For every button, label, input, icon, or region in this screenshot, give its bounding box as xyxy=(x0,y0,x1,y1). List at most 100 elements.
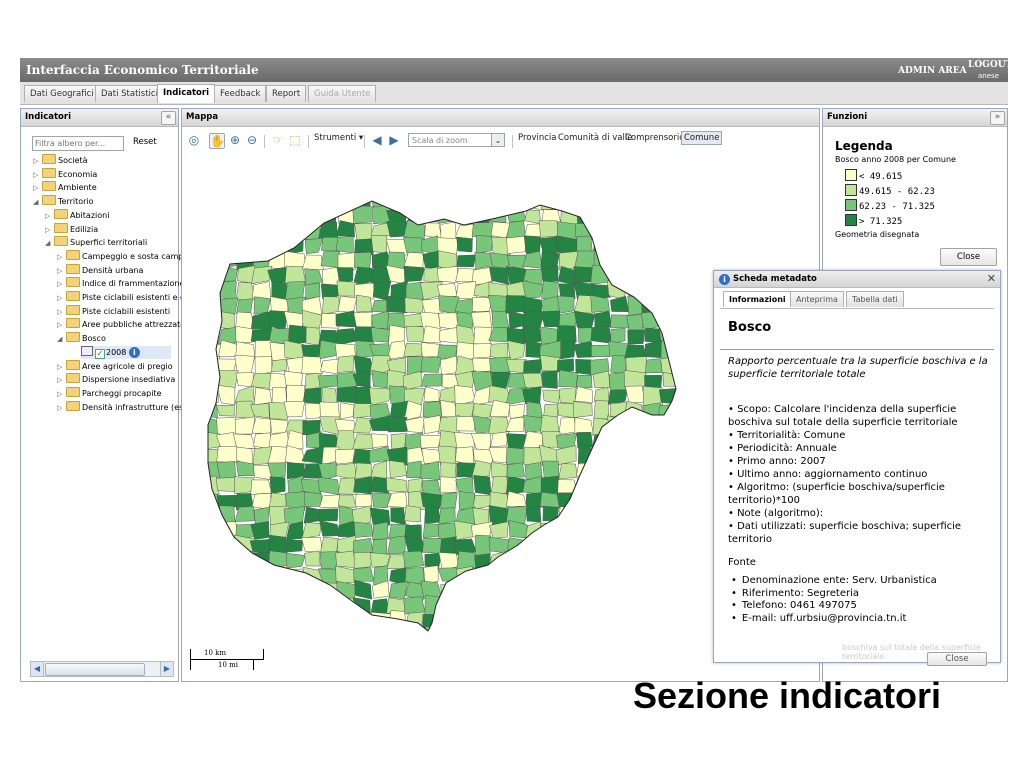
tree-node[interactable]: ▷ Società xyxy=(33,154,88,167)
municipality-area[interactable] xyxy=(679,626,697,643)
municipality-area[interactable] xyxy=(216,311,235,330)
municipality-area[interactable] xyxy=(251,584,273,601)
level-comunita-button[interactable]: Comunità di valle xyxy=(558,133,632,143)
municipality-area[interactable] xyxy=(456,566,474,583)
municipality-area[interactable] xyxy=(662,595,681,614)
municipality-area[interactable] xyxy=(557,193,576,208)
municipality-area[interactable] xyxy=(218,209,239,226)
municipality-area[interactable] xyxy=(250,551,270,569)
reset-filter-button[interactable]: Reset xyxy=(133,137,157,147)
municipality-area[interactable] xyxy=(422,401,443,418)
municipality-area[interactable] xyxy=(322,296,340,315)
municipality-area[interactable] xyxy=(610,626,628,644)
tree-node[interactable]: ◢ Superfici territoriali xyxy=(45,236,147,249)
municipality-area[interactable] xyxy=(371,433,389,449)
municipality-area[interactable] xyxy=(539,628,560,642)
municipality-area[interactable] xyxy=(573,565,595,584)
municipality-area[interactable] xyxy=(319,595,340,616)
collapsed-arrow-icon[interactable]: ▷ xyxy=(33,182,42,195)
municipality-area[interactable] xyxy=(354,462,373,480)
municipality-area[interactable] xyxy=(370,327,391,343)
municipality-area[interactable] xyxy=(490,462,508,479)
municipality-area[interactable] xyxy=(559,614,577,628)
municipality-area[interactable] xyxy=(610,314,629,329)
municipality-area[interactable] xyxy=(353,567,375,582)
municipality-area[interactable] xyxy=(437,598,457,616)
municipality-area[interactable] xyxy=(301,446,324,464)
municipality-area[interactable] xyxy=(370,234,388,254)
municipality-area[interactable] xyxy=(589,508,613,526)
municipality-area[interactable] xyxy=(250,611,270,631)
municipality-area[interactable] xyxy=(251,209,272,224)
municipality-area[interactable] xyxy=(644,266,664,286)
municipality-area[interactable] xyxy=(677,265,696,284)
municipality-area[interactable] xyxy=(353,597,371,614)
municipality-area[interactable] xyxy=(642,402,661,421)
municipality-area[interactable] xyxy=(284,614,305,629)
municipality-area[interactable] xyxy=(606,415,626,432)
municipality-area[interactable] xyxy=(474,206,493,225)
tab-dati-statistici[interactable]: Dati Statistici xyxy=(95,85,164,102)
municipality-area[interactable] xyxy=(674,584,697,599)
municipality-area[interactable] xyxy=(574,386,594,403)
municipality-area[interactable] xyxy=(335,550,357,568)
municipality-area[interactable] xyxy=(250,597,273,615)
municipality-area[interactable] xyxy=(285,539,304,553)
municipality-area[interactable] xyxy=(471,567,493,586)
municipality-area[interactable] xyxy=(337,597,357,614)
municipality-area[interactable] xyxy=(233,581,253,601)
collapsed-arrow-icon[interactable]: ▷ xyxy=(57,265,66,278)
municipality-area[interactable] xyxy=(235,191,255,211)
municipality-area[interactable] xyxy=(607,490,628,510)
municipality-area[interactable] xyxy=(235,372,254,388)
municipality-area[interactable] xyxy=(318,508,339,522)
municipality-area[interactable] xyxy=(235,325,253,343)
municipality-area[interactable] xyxy=(456,550,477,570)
municipality-area[interactable] xyxy=(284,250,306,268)
municipality-area[interactable] xyxy=(644,476,664,495)
municipality-area[interactable] xyxy=(625,251,647,271)
tree-node[interactable]: ▷ Ambiente xyxy=(33,181,97,194)
municipality-area[interactable] xyxy=(489,192,511,209)
municipality-area[interactable] xyxy=(424,222,443,240)
municipality-area[interactable] xyxy=(624,385,645,404)
municipality-area[interactable] xyxy=(204,297,219,314)
municipality-area[interactable] xyxy=(355,294,373,313)
municipality-area[interactable] xyxy=(352,448,372,464)
municipality-area[interactable] xyxy=(386,415,408,433)
municipality-area[interactable] xyxy=(352,537,374,555)
municipality-area[interactable] xyxy=(422,250,441,268)
municipality-area[interactable] xyxy=(454,385,476,406)
municipality-area[interactable] xyxy=(388,581,409,600)
municipality-area[interactable] xyxy=(508,403,525,419)
collapsed-arrow-icon[interactable]: ▷ xyxy=(45,224,54,237)
zoom-out-icon[interactable]: ⊖ xyxy=(245,133,259,147)
municipality-area[interactable] xyxy=(676,240,694,253)
municipality-area[interactable] xyxy=(471,594,492,616)
municipality-area[interactable] xyxy=(543,550,561,571)
municipality-area[interactable] xyxy=(661,297,679,315)
municipality-area[interactable] xyxy=(590,478,613,495)
municipality-area[interactable] xyxy=(437,567,459,582)
municipality-area[interactable] xyxy=(336,280,358,297)
tab-informazioni[interactable]: Informazioni xyxy=(723,291,792,307)
municipality-area[interactable] xyxy=(623,627,647,645)
municipality-area[interactable] xyxy=(660,265,677,282)
municipality-area[interactable] xyxy=(590,191,609,207)
municipality-area[interactable] xyxy=(573,195,596,211)
municipality-area[interactable] xyxy=(235,550,256,570)
municipality-area[interactable] xyxy=(628,223,647,240)
tree-node[interactable]: ▷ Piste ciclabili esistenti e di xyxy=(57,291,187,304)
municipality-area[interactable] xyxy=(659,582,681,599)
municipality-area[interactable] xyxy=(491,611,511,630)
municipality-area[interactable] xyxy=(438,507,456,525)
municipality-area[interactable] xyxy=(608,566,626,585)
municipality-area[interactable] xyxy=(254,356,273,376)
municipality-area[interactable] xyxy=(628,415,647,433)
municipality-area[interactable] xyxy=(506,462,525,478)
municipality-area[interactable] xyxy=(678,611,695,630)
municipality-area[interactable] xyxy=(302,610,324,630)
municipality-area[interactable] xyxy=(386,221,408,238)
municipality-area[interactable] xyxy=(557,506,578,525)
municipality-area[interactable] xyxy=(677,282,697,299)
